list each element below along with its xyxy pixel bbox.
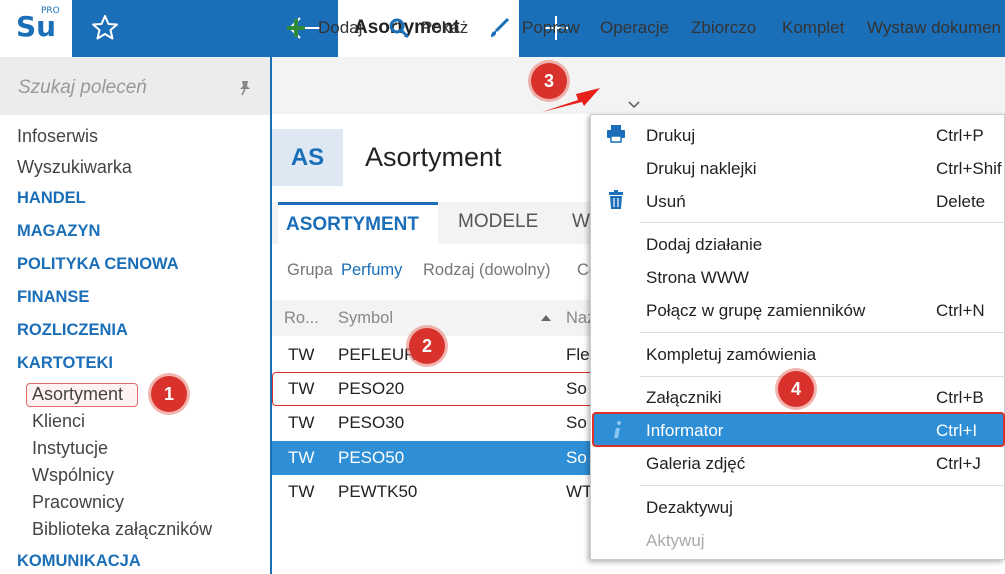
sort-ascending-icon — [541, 315, 551, 321]
tab-third[interactable]: W — [572, 211, 590, 233]
sidebar-category-komunikacja[interactable]: KOMUNIKACJA — [17, 552, 141, 571]
menu-item-delete[interactable]: Usuń — [646, 192, 686, 212]
table-row-selected[interactable]: TW PESO50 So — [272, 441, 592, 475]
sidebar-category-kartoteki[interactable]: KARTOTEKI — [17, 354, 113, 373]
menu-item-gallery[interactable]: Galeria zdjęć — [646, 454, 745, 474]
shortcut-gallery: Ctrl+J — [936, 454, 981, 473]
menu-separator — [640, 485, 1005, 486]
pin-icon[interactable] — [236, 79, 254, 97]
shortcut-print-labels: Ctrl+Shif — [936, 159, 1002, 178]
table-row[interactable]: TW PESO30 So — [272, 406, 592, 440]
favorite-star-icon[interactable] — [90, 13, 120, 43]
tab-modele[interactable]: MODELE — [458, 211, 538, 233]
tab-asortyment-list[interactable]: ASORTYMENT — [278, 202, 438, 244]
brush-icon[interactable] — [488, 17, 510, 39]
filter-type[interactable]: Rodzaj (dowolny) — [423, 261, 550, 280]
shortcut-delete: Delete — [936, 192, 986, 211]
menu-item-complete-orders[interactable]: Kompletuj zamówienia — [646, 345, 816, 365]
menu-item-add-action[interactable]: Dodaj działanie — [646, 235, 762, 255]
cell-name: So — [566, 413, 587, 432]
set-button[interactable]: Komplet — [782, 18, 844, 38]
shortcut-print: Ctrl+P — [936, 126, 984, 145]
menu-item-website[interactable]: Strona WWW — [646, 268, 749, 288]
menu-separator — [640, 332, 1005, 333]
cell-type: TW — [288, 413, 315, 432]
cell-name: WT — [566, 482, 593, 501]
cell-type: TW — [288, 448, 315, 467]
sidebar-item-pracownicy[interactable]: Pracownicy — [32, 492, 124, 513]
command-search[interactable]: Szukaj poleceń — [0, 57, 270, 115]
row-annotation-outline — [272, 372, 595, 406]
menu-item-print-labels[interactable]: Drukuj naklejki — [646, 159, 757, 179]
chevron-down-icon — [628, 101, 640, 109]
menu-item-print[interactable]: Drukuj — [646, 126, 695, 146]
sidebar-category-magazyn[interactable]: MAGAZYN — [17, 222, 100, 241]
search-icon[interactable] — [388, 17, 410, 39]
operations-menu — [590, 114, 1005, 560]
cell-symbol: PESO30 — [338, 413, 405, 432]
search-placeholder: Szukaj poleceń — [18, 77, 147, 98]
add-button[interactable]: Dodaj — [318, 18, 362, 38]
annotation-badge-4: 4 — [778, 371, 814, 407]
logo-sup: PRO — [41, 6, 60, 16]
cell-symbol: PEWTK50 — [338, 482, 418, 501]
trash-icon — [609, 190, 623, 209]
page-title: Asortyment — [365, 142, 502, 172]
sidebar-item-klienci[interactable]: Klienci — [32, 411, 85, 432]
operations-button[interactable]: Operacje — [600, 18, 669, 38]
printer-icon — [607, 125, 625, 143]
sidebar-item-asortyment[interactable]: Asortyment — [32, 384, 123, 405]
sidebar-category-finanse[interactable]: FINANSE — [17, 288, 89, 307]
shortcut-informator: Ctrl+I — [936, 421, 978, 440]
app-logo[interactable]: Su PRO — [0, 0, 72, 57]
sidebar-item-wspolnicy[interactable]: Wspólnicy — [32, 465, 114, 486]
cell-symbol: PESO50 — [338, 448, 405, 467]
collections-button[interactable]: Zbiorczo — [691, 18, 756, 38]
shortcut-attachments: Ctrl+B — [936, 388, 984, 407]
menu-separator — [640, 222, 1005, 223]
show-button[interactable]: Pokaż — [421, 18, 468, 38]
menu-item-activate: Aktywuj — [646, 531, 705, 550]
cell-type: TW — [288, 482, 315, 501]
filter-group-label: Grupa — [287, 261, 333, 279]
menu-item-informator[interactable]: Informator Ctrl+I — [592, 412, 1005, 447]
sidebar-category-handel[interactable]: HANDEL — [17, 189, 86, 208]
sidebar-category-polityka-cenowa[interactable]: POLITYKA CENOWA — [17, 255, 179, 274]
sidebar-item-biblioteka[interactable]: Biblioteka załączników — [32, 519, 212, 540]
filter-group-value[interactable]: Perfumy — [341, 261, 402, 280]
issue-document-button[interactable]: Wystaw dokumen — [867, 18, 1001, 38]
menu-separator — [640, 376, 1005, 377]
annotation-badge-2: 2 — [409, 328, 445, 364]
column-header-type[interactable]: Ro... — [284, 309, 319, 328]
edit-button[interactable]: Popraw — [522, 18, 580, 38]
sidebar-category-rozliczenia[interactable]: ROZLICZENIA — [17, 321, 128, 340]
annotation-badge-1: 1 — [151, 376, 187, 412]
annotation-badge-3: 3 — [531, 63, 567, 99]
table-row[interactable]: TW PEWTK50 WT — [272, 475, 592, 509]
menu-item-deactivate[interactable]: Dezaktywuj — [646, 498, 733, 518]
info-icon — [614, 421, 621, 438]
cell-name: So — [566, 448, 587, 467]
sidebar-item-infoserwis[interactable]: Infoserwis — [17, 126, 98, 147]
tab-label: ASORTYMENT — [286, 214, 419, 235]
sidebar-item-instytucje[interactable]: Instytucje — [32, 438, 108, 459]
module-badge: AS — [272, 129, 343, 186]
add-plus-icon[interactable] — [285, 17, 307, 39]
menu-item-merge-substitutes[interactable]: Połącz w grupę zamienników — [646, 301, 865, 321]
menu-item-label: Informator — [646, 421, 724, 440]
cell-type: TW — [288, 345, 315, 364]
sidebar-item-wyszukiwarka[interactable]: Wyszukiwarka — [17, 157, 132, 178]
menu-item-attachments[interactable]: Załączniki — [646, 388, 722, 408]
shortcut-merge-substitutes: Ctrl+N — [936, 301, 985, 320]
column-header-symbol[interactable]: Symbol — [338, 309, 393, 328]
